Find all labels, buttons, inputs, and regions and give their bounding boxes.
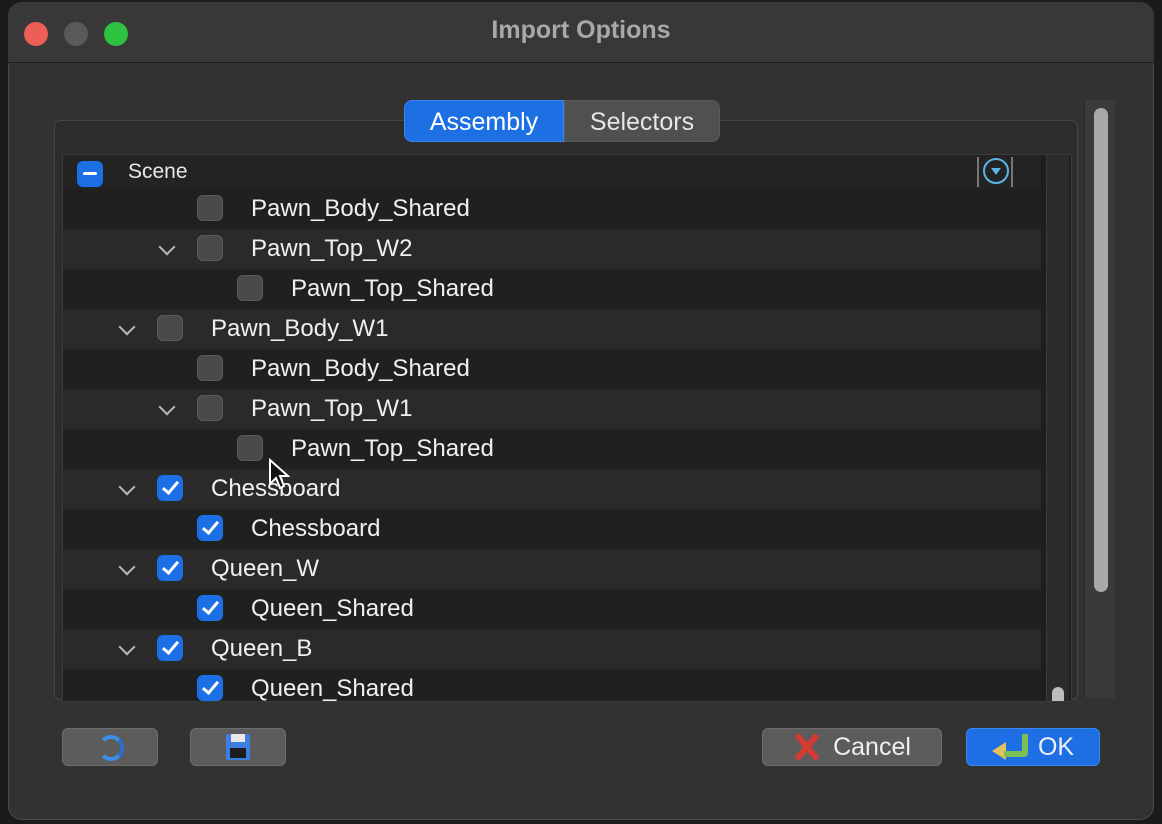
tab-assembly[interactable]: Assembly: [404, 100, 564, 142]
tree-row[interactable]: Chessboard: [63, 509, 1041, 549]
tab-bar: Assembly Selectors: [404, 100, 720, 142]
tree-row[interactable]: Chessboard: [63, 469, 1041, 509]
save-button[interactable]: [190, 728, 286, 766]
cancel-label: Cancel: [833, 732, 911, 761]
column-menu-button[interactable]: [977, 157, 1013, 187]
row-checkbox[interactable]: [197, 355, 223, 381]
red-x-icon: [793, 733, 821, 761]
row-checkbox[interactable]: [197, 195, 223, 221]
scene-label: Scene: [128, 160, 188, 183]
floppy-disk-icon: [226, 734, 250, 760]
chevron-down-icon[interactable]: [118, 558, 136, 576]
tree-row[interactable]: Queen_Shared: [63, 669, 1041, 702]
row-label: Pawn_Top_W2: [251, 235, 413, 262]
row-label: Pawn_Body_W1: [211, 315, 389, 342]
tree-header: Scene: [63, 155, 1041, 189]
row-label: Queen_W: [211, 555, 320, 582]
chevron-down-icon[interactable]: [118, 318, 136, 336]
tree-row[interactable]: Pawn_Body_Shared: [63, 349, 1041, 389]
tree-scrollbar-thumb[interactable]: [1052, 687, 1064, 701]
window-title: Import Options: [491, 16, 671, 44]
row-label: Queen_Shared: [251, 675, 414, 702]
row-label: Chessboard: [251, 515, 381, 542]
panel-scrollbar-thumb[interactable]: [1094, 108, 1108, 592]
import-options-window: Import Options Assembly Selectors Scene …: [8, 2, 1154, 820]
row-checkbox[interactable]: [237, 275, 263, 301]
row-checkbox[interactable]: [157, 315, 183, 341]
tree-row[interactable]: Pawn_Top_W2: [63, 229, 1041, 269]
tree-scrollbar[interactable]: [1046, 155, 1069, 701]
row-checkbox[interactable]: [197, 675, 223, 701]
chevron-down-circle-icon: [983, 158, 1009, 184]
row-label: Queen_B: [211, 635, 313, 662]
row-checkbox[interactable]: [197, 595, 223, 621]
tree-row[interactable]: Queen_W: [63, 549, 1041, 589]
tree-row[interactable]: Pawn_Top_W1: [63, 389, 1041, 429]
ok-button[interactable]: OK: [966, 728, 1100, 766]
scene-checkbox[interactable]: [77, 161, 103, 187]
row-checkbox[interactable]: [197, 395, 223, 421]
chevron-down-icon[interactable]: [158, 398, 176, 416]
tree-row[interactable]: Pawn_Body_W1: [63, 309, 1041, 349]
enter-arrow-icon: [991, 734, 1028, 760]
row-label: Pawn_Top_W1: [251, 395, 413, 422]
row-label: Queen_Shared: [251, 595, 414, 622]
row-checkbox[interactable]: [157, 555, 183, 581]
tree-row[interactable]: Pawn_Top_Shared: [63, 429, 1041, 469]
row-label: Pawn_Top_Shared: [291, 435, 494, 462]
chevron-down-icon[interactable]: [118, 638, 136, 656]
scene-tree: Scene Pawn_Body_Shared Pawn_Top_W2 Pawn_To…: [62, 154, 1072, 702]
chevron-down-icon[interactable]: [118, 478, 136, 496]
row-label: Pawn_Body_Shared: [251, 195, 470, 222]
row-checkbox[interactable]: [197, 515, 223, 541]
refresh-icon: [97, 734, 124, 761]
tree-row[interactable]: Pawn_Top_Shared: [63, 269, 1041, 309]
cancel-button[interactable]: Cancel: [762, 728, 942, 766]
tree-row[interactable]: Queen_Shared: [63, 589, 1041, 629]
panel-scrollbar[interactable]: [1084, 100, 1115, 698]
row-checkbox[interactable]: [157, 635, 183, 661]
tree-row[interactable]: Queen_B: [63, 629, 1041, 669]
tab-selectors[interactable]: Selectors: [564, 100, 720, 142]
row-checkbox[interactable]: [157, 475, 183, 501]
ok-label: OK: [1037, 732, 1075, 761]
row-checkbox[interactable]: [237, 435, 263, 461]
tree-rows: Pawn_Body_Shared Pawn_Top_W2 Pawn_Top_Shar…: [63, 189, 1041, 702]
tree-row[interactable]: Pawn_Body_Shared: [63, 189, 1041, 229]
row-checkbox[interactable]: [197, 235, 223, 261]
row-label: Pawn_Body_Shared: [251, 355, 470, 382]
title-bar[interactable]: Import Options: [8, 2, 1154, 63]
row-label: Pawn_Top_Shared: [291, 275, 494, 302]
chevron-down-icon[interactable]: [158, 238, 176, 256]
refresh-button[interactable]: [62, 728, 158, 766]
